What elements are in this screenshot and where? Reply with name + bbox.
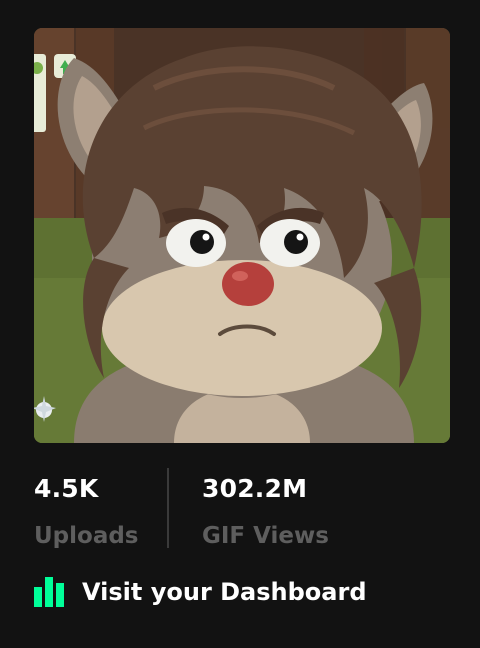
stats-divider: [167, 468, 169, 548]
stats-row: 4.5K Uploads 302.2M GIF Views: [34, 466, 454, 551]
views-count: 302.2M: [202, 474, 308, 503]
views-stat: 302.2M GIF Views: [202, 466, 329, 551]
uploads-count: 4.5K: [34, 474, 99, 503]
views-label: GIF Views: [202, 523, 329, 549]
bar-chart-icon: [34, 577, 66, 607]
profile-card: 4.5K Uploads 302.2M GIF Views Visit your…: [0, 0, 480, 648]
uploads-stat: 4.5K Uploads: [34, 466, 139, 551]
uploads-label: Uploads: [34, 523, 139, 549]
profile-avatar[interactable]: [34, 28, 450, 443]
bar-chart-icon-bar-1: [34, 587, 42, 607]
dashboard-label: Visit your Dashboard: [82, 578, 367, 606]
bar-chart-icon-bar-3: [56, 583, 64, 607]
bar-chart-icon-bar-2: [45, 577, 53, 607]
avatar-image: [34, 28, 450, 443]
visit-dashboard-link[interactable]: Visit your Dashboard: [34, 574, 367, 610]
